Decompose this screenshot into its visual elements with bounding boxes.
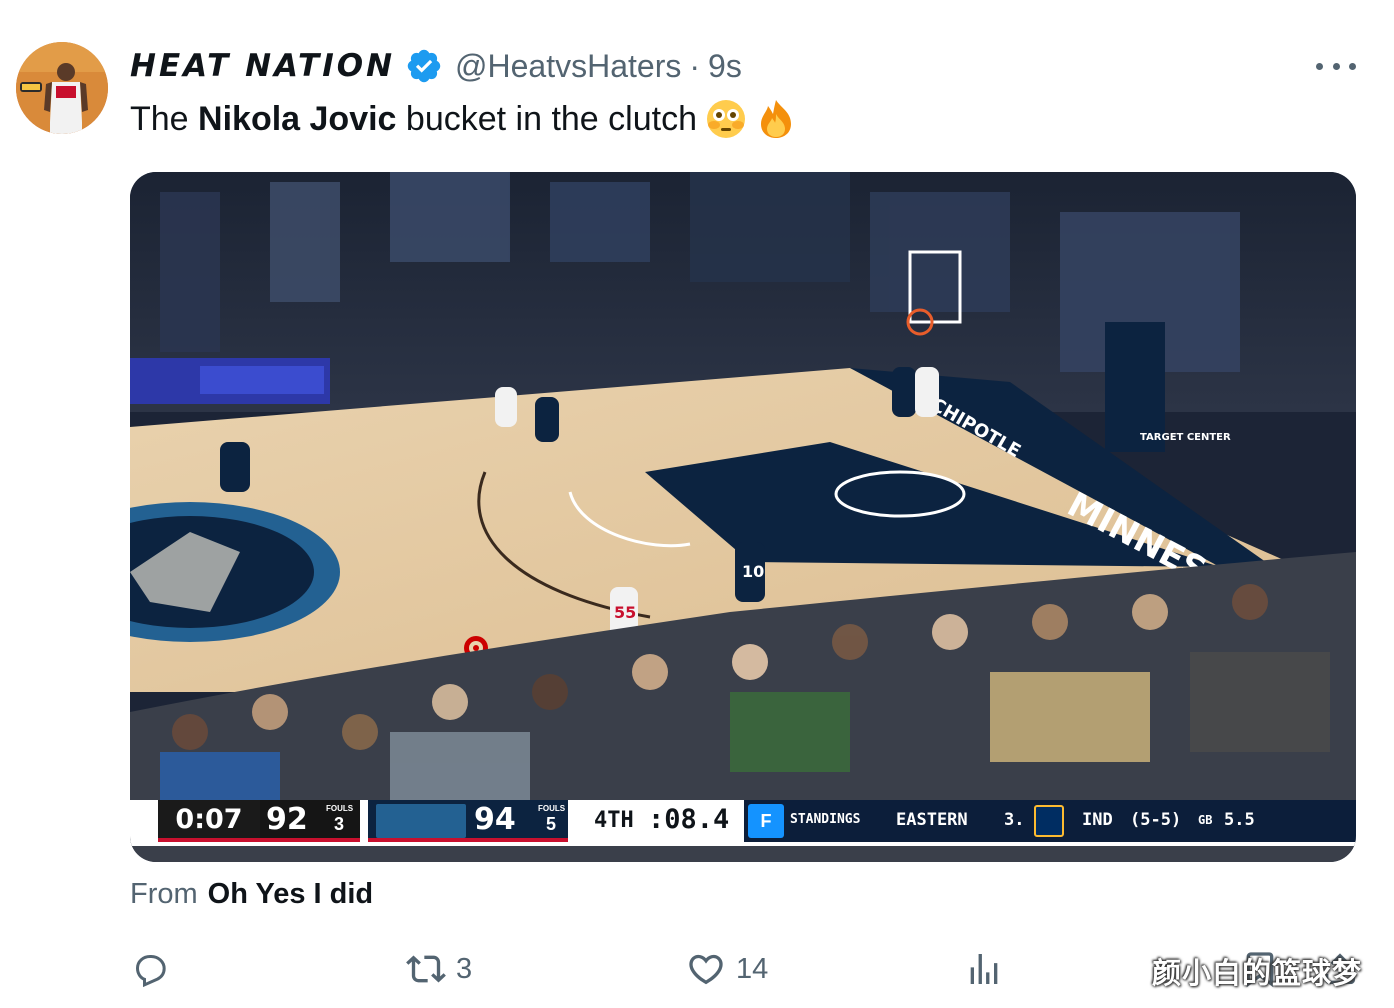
- verified-badge-icon: [405, 47, 443, 85]
- game-clock: 0:07: [158, 800, 260, 838]
- timberwolves-logo-icon: [376, 804, 466, 838]
- flushed-face-icon: [705, 98, 747, 140]
- home-fouls-label: FOULS: [326, 804, 354, 813]
- shot-clock: :08.4: [648, 804, 730, 835]
- tweet-header: HEAT NATION @HeatvsHaters · 9s: [130, 44, 742, 88]
- retweet-icon: [406, 955, 446, 983]
- watermark: 颜小白的篮球梦: [1152, 956, 1363, 990]
- tweet-text-suffix: bucket in the clutch: [396, 100, 697, 138]
- tweet-text: The Nikola Jovic bucket in the clutch: [130, 94, 797, 144]
- timestamp[interactable]: 9s: [708, 48, 742, 85]
- media-source: From Oh Yes I did: [130, 874, 373, 914]
- away-score: 94: [474, 802, 516, 837]
- display-name[interactable]: HEAT NATION: [130, 48, 395, 84]
- jersey-number: 10: [742, 562, 764, 581]
- separator-dot: ·: [689, 47, 701, 84]
- standings-label: STANDINGS: [790, 812, 861, 827]
- away-team-panel: 94 FOULS 5: [368, 800, 568, 842]
- fanduel-logo-icon: F: [748, 804, 784, 838]
- like-count: 14: [736, 952, 769, 985]
- games-behind: 5.5: [1224, 810, 1255, 830]
- standings-team: IND: [1082, 810, 1113, 830]
- source-account-link[interactable]: Oh Yes I did: [208, 878, 373, 911]
- home-score: 92: [266, 802, 308, 837]
- pacers-logo-icon: [1034, 805, 1064, 837]
- tweet-text-bold: Nikola Jovic: [198, 100, 397, 138]
- source-prefix: From: [130, 877, 198, 910]
- reply-button[interactable]: [130, 944, 180, 994]
- standings-panel: F STANDINGS EASTERN 3. IND (5-5) GB 5.5: [744, 800, 1356, 842]
- stanchion-text: TARGET CENTER: [1140, 432, 1231, 443]
- standings-record: (5-5): [1130, 810, 1182, 830]
- away-fouls-label: FOULS: [538, 804, 566, 813]
- away-fouls: 5: [546, 814, 557, 834]
- scorebug: 92 FOULS 3 0:07 94 FOULS 5 4TH :08.4 F S…: [130, 800, 1356, 846]
- retweet-button[interactable]: 3: [406, 944, 472, 994]
- avatar[interactable]: [16, 42, 108, 134]
- tweet-card[interactable]: HEAT NATION @HeatvsHaters · 9s The Nikol…: [0, 0, 1394, 1008]
- basketball-court-frame: MINNES CHIPOTLE TARGET CENTER 10 55: [130, 172, 1356, 862]
- quarter: 4TH: [594, 808, 634, 833]
- gb-label: GB: [1198, 813, 1213, 827]
- tweet-video[interactable]: MINNES CHIPOTLE TARGET CENTER 10 55 92 F…: [130, 172, 1356, 862]
- heart-icon: [689, 954, 723, 985]
- more-options-icon[interactable]: [1316, 58, 1356, 74]
- reply-icon: [135, 955, 166, 988]
- user-handle[interactable]: @HeatvsHaters: [455, 48, 681, 85]
- views-chart-icon: [970, 954, 998, 984]
- home-fouls: 3: [334, 814, 345, 834]
- retweet-count: 3: [456, 952, 473, 985]
- standings-rank: 3.: [1004, 810, 1025, 830]
- fire-icon: [755, 98, 797, 140]
- conference-label: EASTERN: [896, 810, 968, 830]
- tweet-text-prefix: The: [130, 100, 199, 138]
- views-button[interactable]: [964, 944, 1014, 994]
- like-button[interactable]: 14: [686, 944, 768, 994]
- jersey-number-2: 55: [614, 603, 636, 622]
